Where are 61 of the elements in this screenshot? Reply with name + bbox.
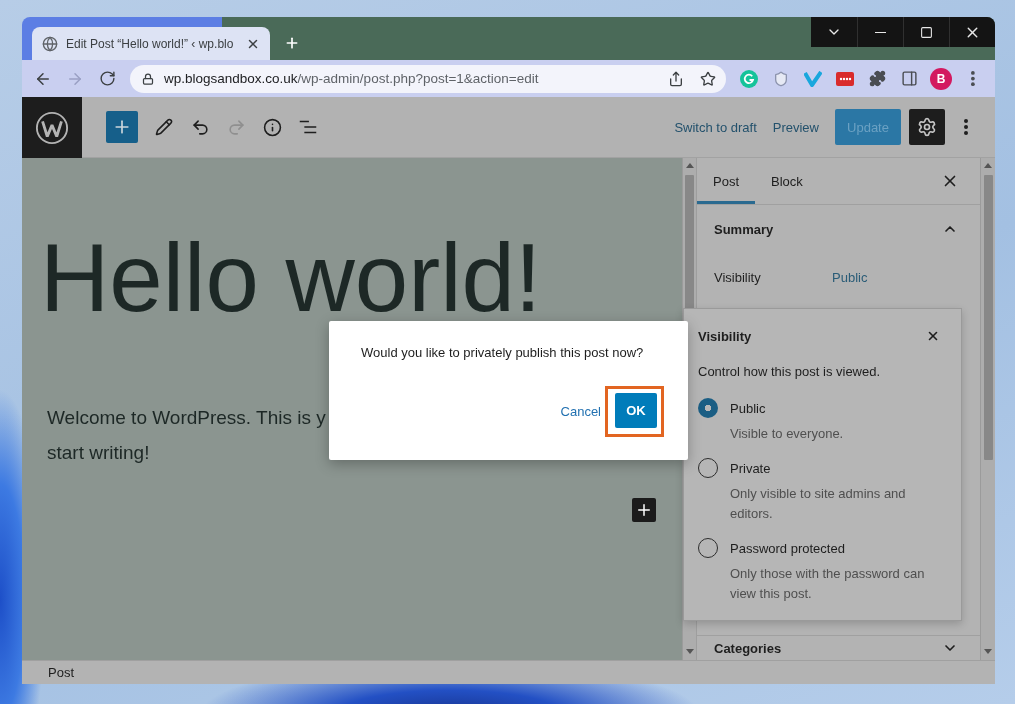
more-icon [971, 71, 975, 86]
dots-tile-icon [836, 71, 854, 86]
scrollbar-thumb[interactable] [983, 175, 993, 460]
popover-description: Control how this post is viewed. [698, 363, 882, 381]
minimize-icon [875, 31, 886, 33]
option-description: Only visible to site admins and editors. [730, 485, 907, 523]
v-logo-icon [804, 70, 822, 87]
post-title[interactable]: Hello world! [40, 236, 542, 321]
scroll-down-icon[interactable] [685, 649, 694, 654]
new-tab-button[interactable] [284, 35, 300, 51]
popover-title: Visibility [698, 328, 752, 344]
add-block-button[interactable] [632, 498, 656, 523]
scroll-up-icon[interactable] [685, 163, 694, 168]
option-label[interactable]: Password protected [730, 540, 845, 556]
ok-button[interactable]: OK [615, 393, 657, 428]
visibility-link[interactable]: Public [832, 269, 868, 285]
switch-to-draft-button[interactable]: Switch to draft [666, 109, 765, 145]
pencil-icon [155, 118, 173, 136]
radio-button[interactable] [698, 398, 718, 418]
reload-icon [98, 70, 116, 87]
more-icon [964, 119, 968, 135]
browser-tab[interactable]: Edit Post “Hello world!” ‹ wp.blo [32, 27, 270, 60]
popover-close-button[interactable] [926, 329, 940, 343]
maximize-icon [920, 25, 933, 39]
address-field[interactable]: wp.blogsandbox.co.uk/wp-admin/post.php?post=1&action=edit [130, 64, 726, 93]
profile-avatar[interactable]: B [930, 67, 952, 90]
g-badge-icon [740, 69, 758, 88]
dialog-message: Would you like to privately publish this post now? [361, 344, 644, 362]
star-icon[interactable] [700, 70, 716, 87]
shield-icon [773, 70, 789, 87]
redo-icon [226, 117, 246, 137]
option-description: Visible to everyone. [730, 425, 845, 443]
paragraph-text: start writing! [47, 441, 150, 466]
plus-icon [284, 35, 300, 51]
info-icon [262, 117, 282, 137]
option-label[interactable]: Private [730, 460, 771, 476]
option-description: Only those with the password can view this post. [730, 565, 926, 603]
scrollbar[interactable] [980, 158, 995, 660]
cancel-button[interactable]: Cancel [560, 404, 601, 419]
breadcrumb-link[interactable]: Post [48, 665, 74, 680]
undo-icon [190, 117, 210, 137]
globe-icon [42, 35, 58, 52]
panel-toggle[interactable]: Categories [697, 636, 980, 660]
settings-icon [917, 117, 937, 137]
share-icon[interactable] [668, 70, 684, 87]
field-label: Visibility [714, 269, 762, 285]
close-icon [926, 329, 940, 343]
preview-button[interactable]: Preview [764, 109, 827, 145]
settings-button[interactable] [909, 109, 945, 145]
scroll-down-icon[interactable] [984, 649, 992, 654]
side-panel-icon [900, 70, 918, 87]
puzzle-icon [868, 70, 886, 87]
lock-icon [142, 72, 154, 85]
option-label[interactable]: Public [730, 400, 766, 416]
sidebar-tab[interactable]: Post [697, 158, 755, 204]
scroll-up-icon[interactable] [984, 163, 992, 168]
logo-icon [35, 110, 69, 145]
sidebar-tab[interactable]: Block [755, 158, 819, 204]
logo-button[interactable] [22, 97, 82, 158]
paragraph-text: Welcome to WordPress. This is y [47, 406, 326, 431]
panel-toggle[interactable]: Summary [697, 205, 980, 253]
